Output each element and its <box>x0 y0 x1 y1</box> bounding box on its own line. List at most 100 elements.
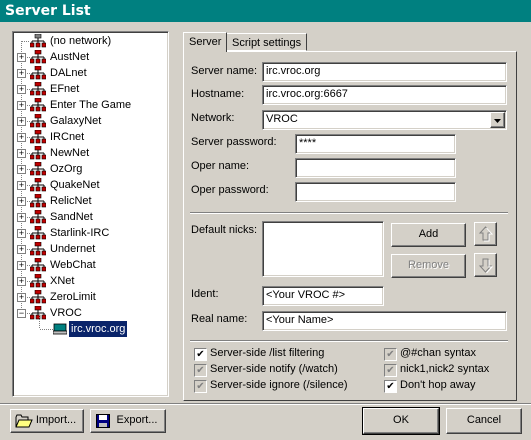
real-name-label: Real name: <box>191 313 248 325</box>
tree-item-label: Starlink-IRC <box>50 227 110 239</box>
tree-item-sandnet[interactable]: + SandNet <box>13 209 163 225</box>
default-nicks-list[interactable] <box>262 221 384 277</box>
tree-item-label: OzOrg <box>50 163 83 175</box>
checkbox-2[interactable]: ✔ <box>194 380 207 393</box>
checkbox-4[interactable]: ✔ <box>384 364 397 377</box>
tree-item-starlink-irc[interactable]: + Starlink-IRC <box>13 225 163 241</box>
checkbox-0[interactable]: ✔ <box>194 348 207 361</box>
tree-item-vroc[interactable]: − VROC <box>13 305 163 321</box>
chevron-down-icon <box>494 119 501 123</box>
tree-expander-icon[interactable]: + <box>17 293 26 302</box>
tree-item-label: NewNet <box>50 147 90 159</box>
network-icon <box>29 65 47 80</box>
tree-connector <box>40 329 54 330</box>
import-label: Import... <box>35 414 77 426</box>
tree-expander-icon[interactable]: + <box>17 149 26 158</box>
tree-expander-icon[interactable]: + <box>17 261 26 270</box>
add-nick-button[interactable]: Add <box>391 223 466 247</box>
network-icon <box>29 145 47 160</box>
tree-expander-icon[interactable]: + <box>17 85 26 94</box>
hostname-label: Hostname: <box>191 88 245 100</box>
server-password-value: **** <box>299 137 317 149</box>
network-dropdown-button[interactable] <box>490 112 505 128</box>
network-value: VROC <box>266 113 298 125</box>
oper-password-label: Oper password: <box>191 184 269 196</box>
tree-item-zerolimit[interactable]: + ZeroLimit <box>13 289 163 305</box>
network-icon <box>29 33 47 48</box>
tree-item-galaxynet[interactable]: + GalaxyNet <box>13 113 163 129</box>
tree-expander-icon[interactable]: + <box>17 197 26 206</box>
tree-expander-icon[interactable]: + <box>17 181 26 190</box>
checkbox-1[interactable]: ✔ <box>194 364 207 377</box>
ident-label: Ident: <box>191 288 219 300</box>
server-password-label: Server password: <box>191 136 277 148</box>
tree-item-label: WebChat <box>50 259 96 271</box>
tree-item-enter-the-game[interactable]: + Enter The Game <box>13 97 163 113</box>
network-icon <box>29 129 47 144</box>
tree-item-ircnet[interactable]: + IRCnet <box>13 129 163 145</box>
network-icon <box>29 209 47 224</box>
tab-server-label: Server <box>189 36 222 48</box>
ok-button[interactable]: OK <box>362 407 440 435</box>
oper-name-input[interactable] <box>295 158 456 178</box>
tree-item-label: AustNet <box>50 51 90 63</box>
tree-item-label: ZeroLimit <box>50 291 96 303</box>
hostname-input[interactable]: irc.vroc.org:6667 <box>262 85 507 105</box>
network-icon <box>29 289 47 304</box>
default-nicks-label: Default nicks: <box>191 224 258 236</box>
checkbox-label: Server-side /list filtering <box>210 347 325 359</box>
move-down-button[interactable] <box>474 253 497 277</box>
tree-item-no-network[interactable]: (no network) <box>13 33 163 49</box>
move-up-button[interactable] <box>474 222 497 246</box>
tree-expander-icon[interactable]: + <box>17 53 26 62</box>
tree-expander-icon[interactable]: + <box>17 69 26 78</box>
network-select[interactable]: VROC <box>262 110 507 130</box>
checkbox-5[interactable]: ✔ <box>384 380 397 393</box>
tree-expander-icon[interactable]: + <box>17 133 26 142</box>
checkbox-label: Server-side ignore (/silence) <box>210 379 348 391</box>
oper-password-input[interactable] <box>295 182 456 202</box>
tree-item-label: irc.vroc.org <box>67 320 129 338</box>
tree-expander-icon[interactable]: + <box>17 165 26 174</box>
hostname-value: irc.vroc.org:6667 <box>266 88 348 100</box>
tree-item-ozorg[interactable]: + OzOrg <box>13 161 163 177</box>
real-name-input[interactable]: <Your Name> <box>262 311 507 331</box>
network-icon <box>29 49 47 64</box>
import-button[interactable]: Import... <box>10 409 84 433</box>
network-icon <box>29 97 47 112</box>
server-name-input[interactable]: irc.vroc.org <box>262 62 507 82</box>
server-name-value: irc.vroc.org <box>266 65 321 77</box>
tree-expander-icon[interactable]: + <box>17 277 26 286</box>
network-icon <box>29 113 47 128</box>
network-tree[interactable]: (no network) + AustNet + DALnet + EFnet + Enter … <box>12 31 169 397</box>
tree-item-newnet[interactable]: + NewNet <box>13 145 163 161</box>
export-button[interactable]: Export... <box>90 409 166 433</box>
tab-server[interactable]: Server <box>183 32 228 52</box>
tree-item-undernet[interactable]: + Undernet <box>13 241 163 257</box>
tree-item-dalnet[interactable]: + DALnet <box>13 65 163 81</box>
floppy-disk-icon <box>96 414 110 428</box>
checkbox-3[interactable]: ✔ <box>384 348 397 361</box>
add-nick-label: Add <box>418 228 439 240</box>
tree-expander-icon[interactable]: + <box>17 213 26 222</box>
tree-expander-icon[interactable]: + <box>17 117 26 126</box>
tree-item-austnet[interactable]: + AustNet <box>13 49 163 65</box>
tree-expander-icon[interactable]: + <box>17 245 26 254</box>
tree-expander-icon[interactable]: + <box>17 229 26 238</box>
tree-item-relicnet[interactable]: + RelicNet <box>13 193 163 209</box>
cancel-button[interactable]: Cancel <box>446 408 522 434</box>
ident-input[interactable]: <Your VROC #> <box>262 286 384 306</box>
tree-connector <box>22 41 30 42</box>
tree-expander-icon[interactable]: + <box>17 101 26 110</box>
arrow-up-icon <box>478 226 494 242</box>
server-password-input[interactable]: **** <box>295 134 456 154</box>
remove-nick-label: Remove <box>408 259 449 271</box>
tree-item-quakenet[interactable]: + QuakeNet <box>13 177 163 193</box>
tree-item-efnet[interactable]: + EFnet <box>13 81 163 97</box>
tree-item-xnet[interactable]: + XNet <box>13 273 163 289</box>
tab-script-settings[interactable]: Script settings <box>226 33 308 51</box>
tree-item-webchat[interactable]: + WebChat <box>13 257 163 273</box>
network-icon <box>29 273 47 288</box>
tree-expander-icon[interactable]: − <box>17 309 26 318</box>
remove-nick-button[interactable]: Remove <box>391 254 466 278</box>
